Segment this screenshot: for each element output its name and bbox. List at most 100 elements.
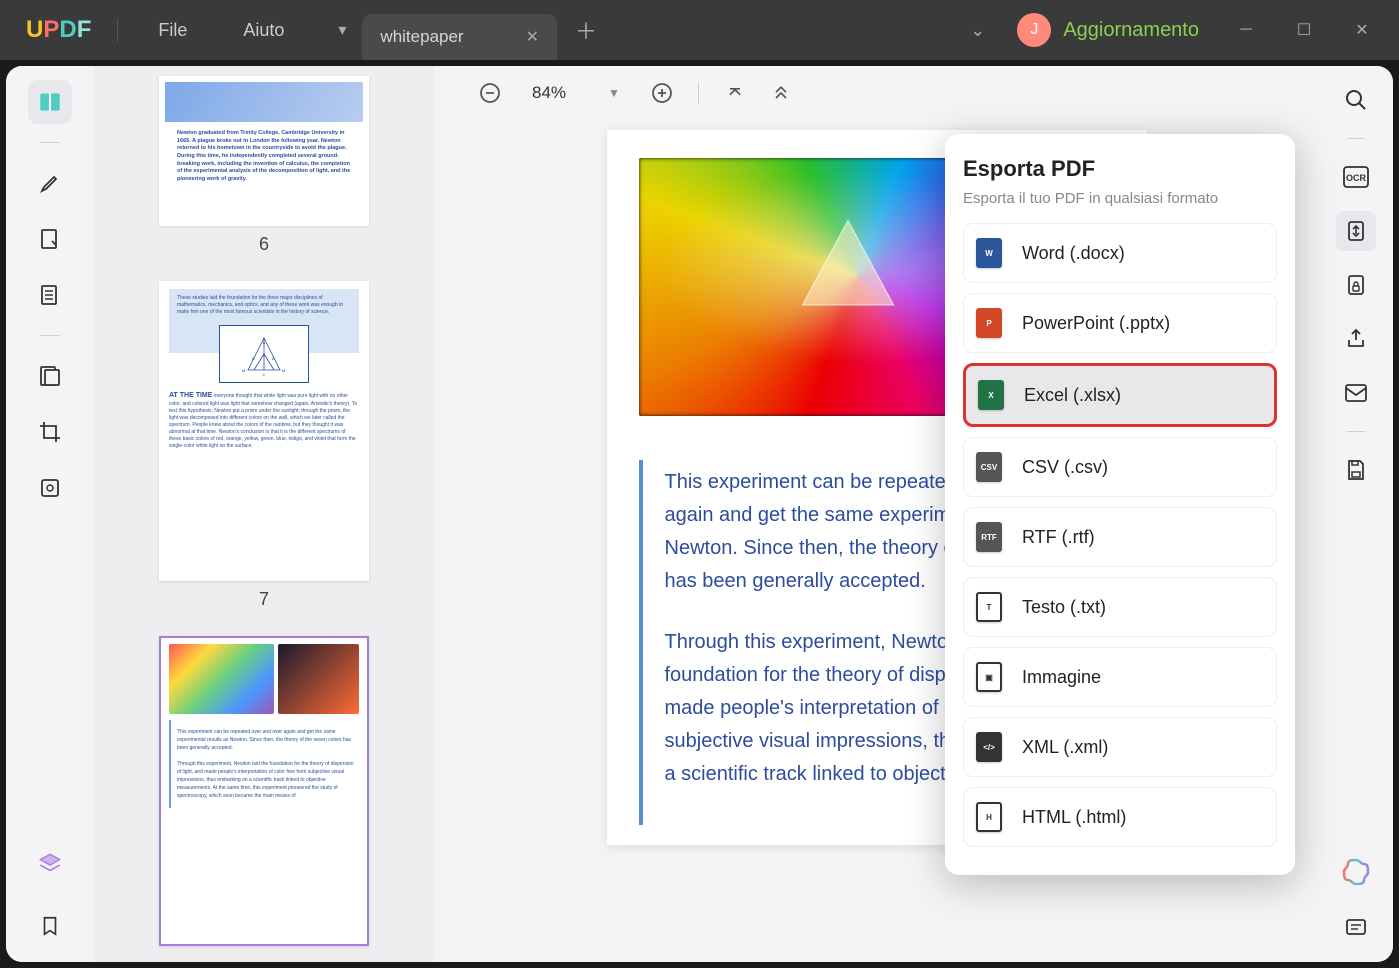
search-icon [1344,88,1368,112]
pages-icon [38,283,62,307]
comment-icon [1344,916,1368,940]
svg-text:M: M [242,368,245,373]
upgrade-label[interactable]: Aggiornamento [1063,19,1199,42]
highlight-button[interactable] [28,161,72,205]
svg-text:B: B [252,356,255,361]
window-minimize[interactable]: ─ [1223,10,1269,50]
thumb-label-7: 7 [154,589,374,610]
image-icon: ▣ [976,662,1002,692]
ocr-icon: OCR [1343,166,1369,188]
menu-file[interactable]: File [130,20,215,41]
view-toolbar: 84%▼ [434,66,1319,120]
titlebar-right: ⌄ J Aggiornamento ─ ☐ ✕ [970,10,1385,50]
svg-text:C: C [263,372,266,377]
html-icon: H [976,802,1002,832]
first-page-button[interactable] [717,75,753,111]
export-rtf[interactable]: RTFRTF (.rtf) [963,507,1277,567]
collapse-button[interactable] [763,75,799,111]
search-button[interactable] [1336,80,1376,120]
separator [40,142,60,143]
book-icon [37,89,63,115]
thumbnail-page-6[interactable]: Newton graduated from Trinity College, C… [159,76,369,226]
layers-button[interactable] [28,842,72,886]
export-image[interactable]: ▣Immagine [963,647,1277,707]
svg-text:A: A [263,340,266,345]
save-button[interactable] [1336,450,1376,490]
svg-text:M: M [282,368,285,373]
tab-close-icon[interactable]: ✕ [526,27,539,47]
export-button[interactable] [1336,211,1376,251]
titlebar: UPDF File Aiuto ▾ whitepaper ✕ ＋ ⌄ J Agg… [0,0,1399,60]
comment-button[interactable] [1336,908,1376,948]
menu-help[interactable]: Aiuto [215,20,312,41]
thumbnail-page-8[interactable]: This experiment can be repeated over and… [159,636,369,946]
xml-icon: </> [976,732,1002,762]
thumb-label-6: 6 [154,234,374,255]
window-maximize[interactable]: ☐ [1281,10,1327,50]
marker-icon [38,171,62,195]
ocr-button[interactable]: OCR [1336,157,1376,197]
ai-button[interactable] [1336,852,1376,892]
crop-icon [38,420,62,444]
export-html[interactable]: HHTML (.html) [963,787,1277,847]
minus-circle-icon [478,81,502,105]
thumb-images [169,644,359,714]
separator [1347,431,1365,432]
add-tab-button[interactable]: ＋ [575,14,597,46]
svg-text:B: B [272,356,275,361]
double-up-icon [725,83,745,103]
email-button[interactable] [1336,373,1376,413]
edit-text-button[interactable] [28,217,72,261]
save-icon [1344,458,1368,482]
share-button[interactable] [1336,319,1376,359]
export-excel[interactable]: XExcel (.xlsx) [963,363,1277,427]
thumbnail-page-7[interactable]: These studies laid the foundation for th… [159,281,369,581]
export-panel: Esporta PDF Esporta il tuo PDF in qualsi… [945,134,1295,875]
export-csv[interactable]: CSVCSV (.csv) [963,437,1277,497]
export-xml[interactable]: </>XML (.xml) [963,717,1277,777]
page-layout-button[interactable] [28,273,72,317]
export-word[interactable]: WWord (.docx) [963,223,1277,283]
thumb-figure: A B B M M C [219,325,309,383]
organize-pages-button[interactable] [28,354,72,398]
window-close[interactable]: ✕ [1339,10,1385,50]
protect-button[interactable] [1336,265,1376,305]
organize-icon [38,364,62,388]
excel-icon: X [978,380,1004,410]
separator [698,82,699,104]
export-powerpoint[interactable]: PPowerPoint (.pptx) [963,293,1277,353]
svg-text:OCR: OCR [1346,173,1367,183]
thumb-text: This experiment can be repeated over and… [169,720,359,808]
thumbnail-panel[interactable]: Newton graduated from Trinity College, C… [94,66,434,962]
separator [40,335,60,336]
export-text[interactable]: TTesto (.txt) [963,577,1277,637]
zoom-out-button[interactable] [472,75,508,111]
user-avatar[interactable]: J [1017,13,1051,47]
thumb-text: AT THE TIME everyone thought that white … [169,391,359,450]
left-rail [6,66,94,962]
lock-page-icon [1344,273,1368,297]
rtf-icon: RTF [976,522,1002,552]
ai-icon [1342,858,1370,886]
tools-icon [38,476,62,500]
csv-icon: CSV [976,452,1002,482]
share-icon [1344,327,1368,351]
tools-button[interactable] [28,466,72,510]
edit-page-icon [38,227,62,251]
zoom-dropdown[interactable]: 84%▼ [532,83,620,103]
reader-mode-button[interactable] [28,80,72,124]
separator [1347,138,1365,139]
zoom-in-button[interactable] [644,75,680,111]
bookmark-icon [39,914,61,938]
thumb-text: Newton graduated from Trinity College, C… [165,122,363,192]
caret-down-icon: ▼ [608,86,620,100]
layers-icon [37,851,63,877]
tab-dropdown[interactable]: ▾ [322,10,362,50]
bookmark-button[interactable] [28,904,72,948]
tab-whitepaper[interactable]: whitepaper ✕ [362,14,557,60]
chevron-down-icon[interactable]: ⌄ [970,20,985,41]
crop-button[interactable] [28,410,72,454]
app-logo: UPDF [26,16,91,44]
tab-area: ▾ whitepaper ✕ ＋ [322,0,970,60]
chevrons-up-icon [771,83,791,103]
